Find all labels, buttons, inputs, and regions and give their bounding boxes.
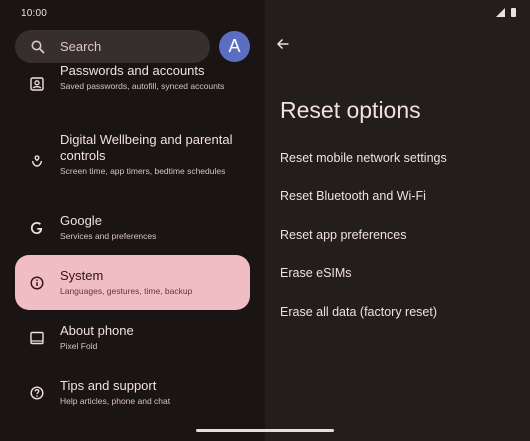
- settings-item-google[interactable]: Google Services and preferences: [15, 208, 250, 248]
- settings-item-subtitle: Screen time, app timers, bedtime schedul…: [60, 166, 226, 176]
- settings-item-title: Digital Wellbeing and parental controls: [60, 132, 233, 163]
- settings-item-subtitle: Pixel Fold: [60, 341, 98, 351]
- tablet-icon: [30, 331, 44, 345]
- search-label: Search: [60, 39, 102, 54]
- settings-item-title: About phone: [60, 323, 134, 338]
- settings-item-subtitle: Help articles, phone and chat: [60, 396, 171, 406]
- status-icons: [496, 8, 516, 17]
- settings-item-about-phone[interactable]: About phone Pixel Fold: [15, 318, 250, 358]
- gesture-nav-handle[interactable]: [196, 429, 334, 432]
- avatar[interactable]: A: [219, 31, 250, 62]
- battery-icon: [511, 8, 516, 17]
- google-g-icon: [30, 222, 43, 234]
- settings-pane: 10:00 Search A Passwords and accounts Sa…: [0, 0, 265, 441]
- help-icon: [30, 386, 44, 400]
- settings-item-passwords-accounts[interactable]: Passwords and accounts Saved passwords, …: [15, 60, 250, 114]
- settings-item-system[interactable]: System Languages, gestures, time, backup: [15, 255, 250, 310]
- settings-item-digital-wellbeing[interactable]: Digital Wellbeing and parental controls …: [15, 128, 250, 194]
- signal-icon: [496, 8, 505, 17]
- option-factory-reset[interactable]: Erase all data (factory reset): [280, 305, 437, 319]
- option-erase-esims[interactable]: Erase eSIMs: [280, 266, 352, 280]
- page-title: Reset options: [280, 97, 421, 123]
- info-icon: [30, 276, 44, 290]
- settings-item-subtitle: Languages, gestures, time, backup: [60, 286, 193, 296]
- option-reset-bluetooth-wifi[interactable]: Reset Bluetooth and Wi-Fi: [280, 189, 426, 203]
- status-time: 10:00: [21, 8, 48, 19]
- wellbeing-icon: [31, 155, 43, 167]
- option-reset-app-preferences[interactable]: Reset app preferences: [280, 228, 406, 242]
- avatar-initial: A: [228, 36, 241, 56]
- screen: 10:00 Search A Passwords and accounts Sa…: [0, 0, 530, 441]
- settings-item-title: Tips and support: [60, 378, 157, 393]
- search-bar[interactable]: Search: [15, 30, 210, 63]
- account-box-icon: [30, 77, 44, 91]
- settings-item-subtitle: Saved passwords, autofill, synced accoun…: [60, 81, 225, 91]
- settings-item-title: System: [60, 268, 104, 283]
- back-arrow-icon[interactable]: [276, 37, 290, 51]
- reset-options-pane: Reset options Reset mobile network setti…: [265, 0, 530, 441]
- settings-item-tips-support[interactable]: Tips and support Help articles, phone an…: [15, 373, 250, 413]
- settings-item-title: Passwords and accounts: [60, 63, 205, 78]
- search-icon: [31, 40, 45, 53]
- settings-item-title: Google: [60, 213, 102, 228]
- option-reset-mobile-network[interactable]: Reset mobile network settings: [280, 151, 447, 165]
- settings-item-subtitle: Services and preferences: [60, 231, 157, 241]
